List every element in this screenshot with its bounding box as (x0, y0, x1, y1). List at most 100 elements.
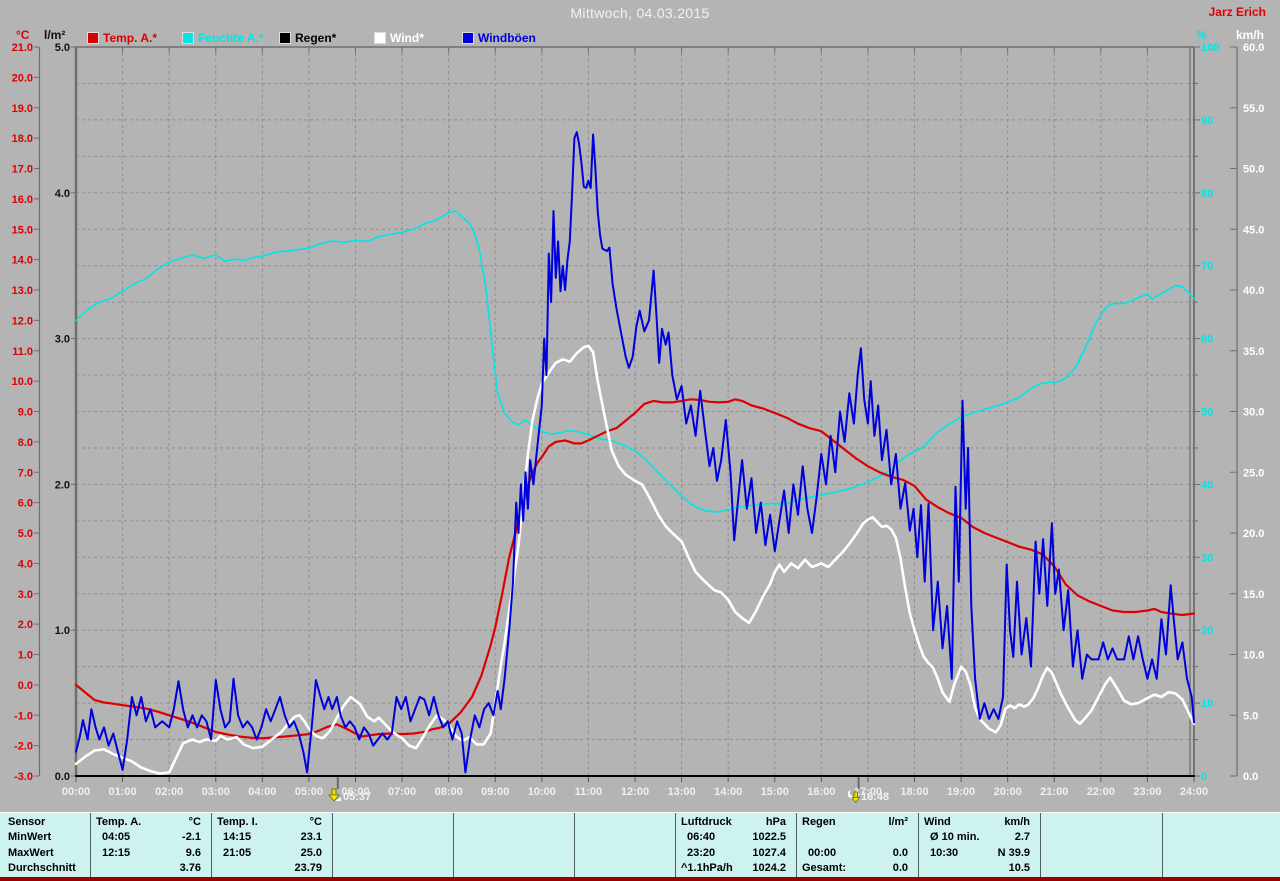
table-separator (675, 813, 676, 878)
svg-text:24:00: 24:00 (1180, 786, 1208, 798)
min-time: Ø 10 min. (930, 831, 980, 843)
svg-text:16:00: 16:00 (807, 786, 835, 798)
svg-text:0.0: 0.0 (18, 680, 33, 692)
svg-text:25.0: 25.0 (1243, 467, 1264, 479)
min-value: 2.7 (1014, 831, 1030, 843)
svg-text:-3.0: -3.0 (14, 771, 33, 783)
svg-text:2.0: 2.0 (18, 619, 33, 631)
avg-label: ^1.1hPa/h (681, 862, 733, 874)
weather-chart: 21.0 20.0 19.0 18.0 17.0 16.0 15.0 14.0 13.0 12.0… (12, 42, 1265, 798)
svg-text:00:00: 00:00 (62, 786, 90, 798)
avg-value: 10.5 (1008, 862, 1030, 874)
humidity-axis-labels: 1009080706050403020100 (1194, 42, 1219, 783)
svg-text:02:00: 02:00 (155, 786, 183, 798)
table-row-label: MinWert (8, 831, 52, 843)
max-value: 9.6 (185, 847, 201, 859)
min-value: 23.1 (300, 831, 322, 843)
avg-label: Gesamt: (802, 862, 847, 874)
table-row-label: MaxWert (8, 847, 54, 859)
svg-text:20.0: 20.0 (12, 72, 33, 84)
table-separator (1162, 813, 1163, 878)
svg-text:100: 100 (1201, 42, 1219, 54)
svg-text:12.0: 12.0 (12, 315, 33, 327)
col-unit: km/h (1004, 816, 1030, 828)
svg-text:13.0: 13.0 (12, 285, 33, 297)
svg-text:4.0: 4.0 (18, 558, 33, 570)
plot-frame (38, 46, 1238, 782)
min-time: 06:40 (687, 831, 716, 843)
svg-text:-2.0: -2.0 (14, 741, 33, 753)
svg-text:10: 10 (1201, 698, 1213, 710)
svg-text:-1.0: -1.0 (14, 710, 33, 722)
svg-text:15.0: 15.0 (1243, 589, 1264, 601)
min-time: 04:05 (102, 831, 131, 843)
table-col-temp-i: Temp. I. °C 14:15 23.1 21:05 25.0 23.79 (211, 813, 332, 878)
svg-text:40.0: 40.0 (1243, 285, 1264, 297)
svg-text:19:00: 19:00 (947, 786, 975, 798)
weather-app-window: Mittwoch, 04.03.2015 Jarz Erich °C l/m² … (0, 0, 1280, 881)
svg-text:80: 80 (1201, 188, 1213, 200)
svg-text:23:00: 23:00 (1133, 786, 1161, 798)
svg-text:05:00: 05:00 (295, 786, 323, 798)
max-time: 23:20 (687, 847, 716, 859)
table-col-pressure: Luftdruck hPa 06:40 1022.5 23:20 1027.4 … (675, 813, 796, 878)
svg-text:13:00: 13:00 (668, 786, 696, 798)
svg-text:04:00: 04:00 (248, 786, 276, 798)
col-unit: l/m² (888, 816, 908, 828)
col-name: Luftdruck (681, 816, 732, 828)
svg-text:35.0: 35.0 (1243, 346, 1264, 358)
max-value: 25.0 (300, 847, 322, 859)
svg-text:55.0: 55.0 (1243, 103, 1264, 115)
svg-text:7.0: 7.0 (18, 467, 33, 479)
svg-text:19.0: 19.0 (12, 103, 33, 115)
svg-text:50: 50 (1201, 407, 1213, 419)
wind-axis-labels: 60.0 55.0 50.0 45.0 40.0 35.0 30.0 25.0 20.0 15.0… (1230, 42, 1264, 783)
sunset-time: 16:48 (861, 791, 890, 803)
sunset-icon (847, 788, 860, 803)
svg-text:20: 20 (1201, 625, 1213, 637)
svg-text:4.0: 4.0 (55, 188, 70, 200)
svg-text:22:00: 22:00 (1087, 786, 1115, 798)
svg-text:8.0: 8.0 (18, 437, 33, 449)
col-unit: °C (188, 816, 201, 828)
svg-text:0.0: 0.0 (55, 771, 70, 783)
svg-text:40: 40 (1201, 479, 1213, 491)
svg-text:45.0: 45.0 (1243, 224, 1264, 236)
max-value: N 39.9 (997, 847, 1030, 859)
svg-text:18:00: 18:00 (900, 786, 928, 798)
table-separator (1040, 813, 1041, 878)
max-value: 1027.4 (752, 847, 786, 859)
svg-text:15:00: 15:00 (761, 786, 789, 798)
table-separator (796, 813, 797, 878)
col-name: Wind (924, 816, 951, 828)
rain-axis-labels: 5.0 4.0 3.0 2.0 1.0 0.0 (55, 42, 76, 783)
min-value: -2.1 (182, 831, 201, 843)
svg-text:60: 60 (1201, 334, 1213, 346)
min-value: 1022.5 (752, 831, 786, 843)
svg-text:17.0: 17.0 (12, 164, 33, 176)
svg-text:10.0: 10.0 (1243, 650, 1264, 662)
col-name: Temp. I. (217, 816, 258, 828)
col-unit: °C (309, 816, 322, 828)
avg-value: 0.0 (892, 862, 908, 874)
table-separator (574, 813, 575, 878)
sunrise-time: 05:37 (343, 791, 372, 803)
svg-text:30.0: 30.0 (1243, 407, 1264, 419)
avg-value: 23.79 (294, 862, 322, 874)
x-axis-labels: 00:00 01:00 02:00 03:00 04:00 05:00 06:00 07:00… (62, 786, 1208, 798)
svg-text:16.0: 16.0 (12, 194, 33, 206)
svg-text:03:00: 03:00 (202, 786, 230, 798)
svg-text:08:00: 08:00 (435, 786, 463, 798)
max-value: 0.0 (892, 847, 908, 859)
svg-text:5.0: 5.0 (55, 42, 70, 54)
svg-text:50.0: 50.0 (1243, 164, 1264, 176)
svg-text:14:00: 14:00 (714, 786, 742, 798)
svg-text:5.0: 5.0 (18, 528, 33, 540)
svg-text:9.0: 9.0 (18, 407, 33, 419)
bottom-accent-bar (0, 877, 1280, 881)
table-col-wind: Wind km/h Ø 10 min. 2.7 10:30 N 39.9 10.… (918, 813, 1040, 878)
sunrise-icon (328, 788, 341, 802)
svg-text:21:00: 21:00 (1040, 786, 1068, 798)
svg-text:1.0: 1.0 (18, 650, 33, 662)
avg-value: 3.76 (179, 862, 201, 874)
